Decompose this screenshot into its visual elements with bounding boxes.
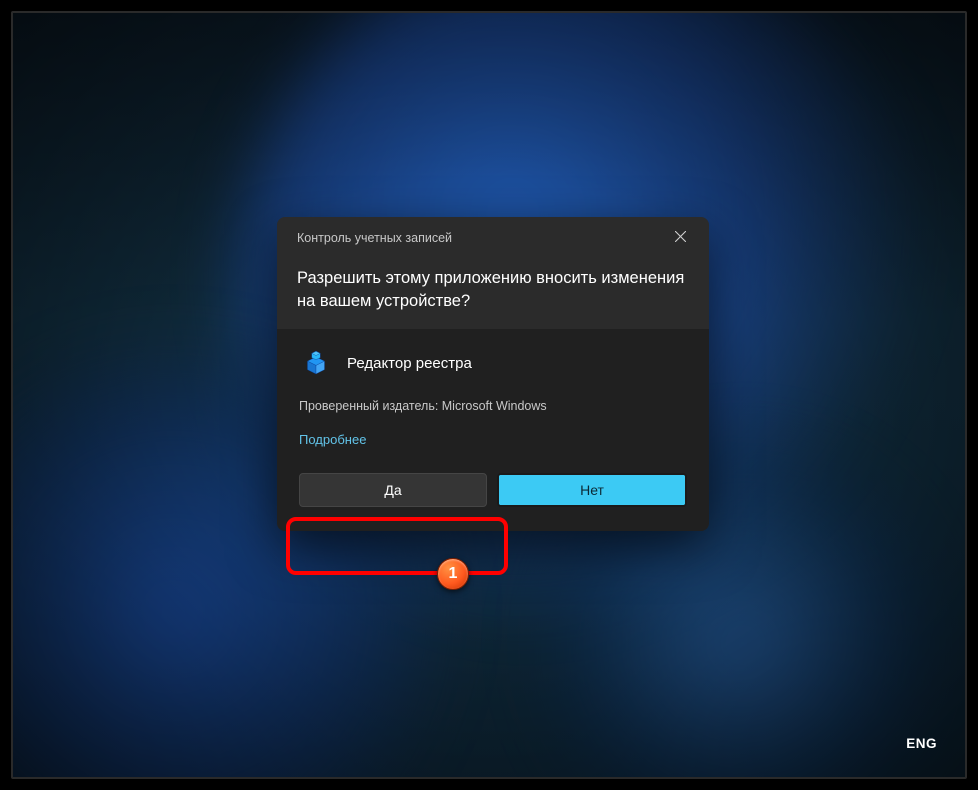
no-button-label: Нет (580, 482, 604, 498)
no-button[interactable]: Нет (497, 473, 687, 507)
app-name: Редактор реестра (347, 355, 472, 372)
dialog-titlebar: Контроль учетных записей (277, 217, 709, 257)
uac-prompt-text: Разрешить этому приложению вносить измен… (277, 257, 709, 329)
yes-button-label: Да (384, 482, 401, 498)
yes-button[interactable]: Да (299, 473, 487, 507)
uac-dialog: Контроль учетных записей Разрешить этому… (277, 217, 709, 531)
show-more-link[interactable]: Подробнее (299, 432, 366, 467)
language-indicator[interactable]: ENG (906, 736, 937, 751)
dialog-title: Контроль учетных записей (297, 231, 452, 245)
desktop-frame: Контроль учетных записей Разрешить этому… (11, 11, 967, 779)
button-row: Да Нет (299, 467, 687, 513)
app-row: Редактор реестра (299, 343, 687, 395)
close-icon (675, 231, 686, 245)
publisher-info: Проверенный издатель: Microsoft Windows (299, 395, 687, 431)
regedit-icon (299, 347, 333, 381)
annotation-step-badge: 1 (437, 558, 469, 590)
annotation-step-number: 1 (449, 565, 458, 583)
close-button[interactable] (659, 223, 701, 253)
dialog-body: Редактор реестра Проверенный издатель: M… (277, 329, 709, 531)
